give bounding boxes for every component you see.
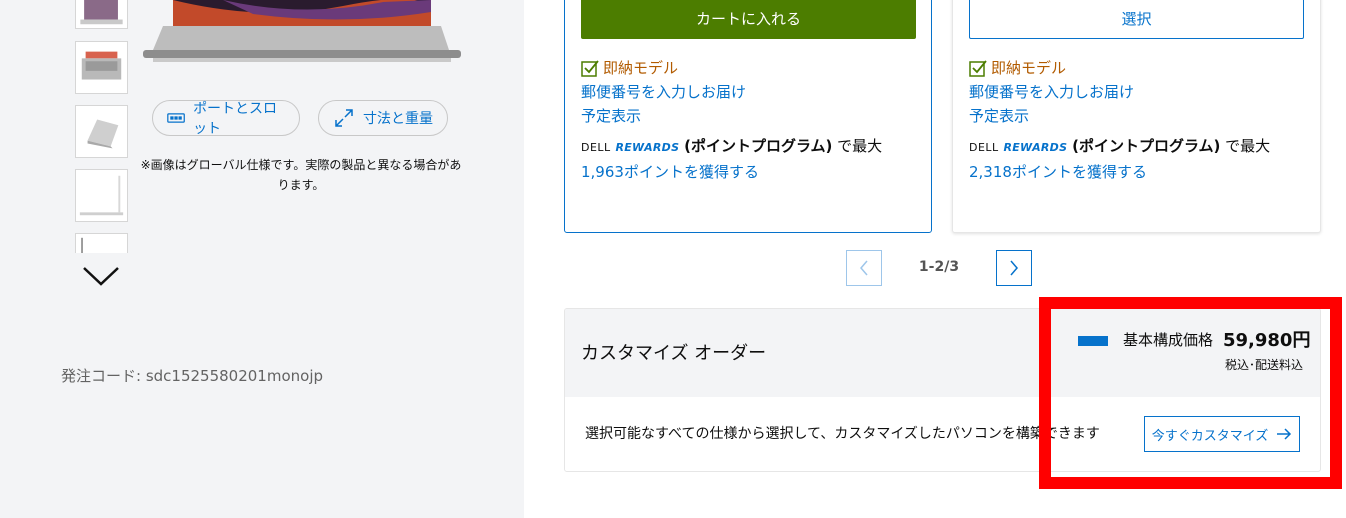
- product-card-2: 選択 即納モデル 郵便番号を入力しお届け 予定表示 DELL REWARDS (…: [952, 0, 1321, 233]
- laptop-thumbnail-3[interactable]: [75, 105, 128, 158]
- pager-count: 1-2/3: [918, 259, 960, 275]
- rewards-logo: REWARDS: [1003, 141, 1068, 154]
- dimensions-weight-label: 寸法と重量: [363, 111, 433, 127]
- base-price-value: 59,980円: [1223, 330, 1311, 351]
- product-gallery-panel: ポートとスロット 寸法と重量 ※画像はグローバル仕様です。実際の製品と異なる場合…: [0, 0, 524, 518]
- customize-order-panel: カスタマイズ オーダー 基本構成価格 59,980円 税込･配送料込 選択可能な…: [564, 308, 1321, 472]
- customize-now-label: 今すぐカスタマイズ: [1151, 428, 1269, 444]
- arrow-right-icon: [1277, 428, 1292, 440]
- rewards-program: (ポイントプログラム): [684, 137, 833, 155]
- rewards-points-link[interactable]: 2,318ポイントを獲得する: [969, 163, 1147, 181]
- pager-next-button[interactable]: [996, 250, 1032, 286]
- postal-code-link[interactable]: 郵便番号を入力しお届け: [581, 81, 746, 102]
- chevron-left-icon: [860, 260, 868, 276]
- rewards-logo: REWARDS: [615, 141, 680, 154]
- rewards-text: で最大: [832, 137, 883, 155]
- postal-code-link[interactable]: 郵便番号を入力しお届け: [969, 81, 1134, 102]
- select-button[interactable]: 選択: [969, 0, 1304, 39]
- rewards-text: で最大: [1220, 137, 1271, 155]
- customize-order-title: カスタマイズ オーダー: [581, 343, 767, 364]
- customize-now-button[interactable]: 今すぐカスタマイズ: [1144, 416, 1300, 452]
- rewards-dell: DELL: [969, 141, 999, 154]
- rewards-program: (ポイントプログラム): [1072, 137, 1221, 155]
- schedule-link[interactable]: 予定表示: [969, 105, 1029, 126]
- rewards-info: DELL REWARDS (ポイントプログラム) で最大 1,963ポイントを獲…: [581, 134, 916, 184]
- ports-icon: [167, 113, 185, 123]
- chevron-down-icon[interactable]: [82, 262, 120, 288]
- laptop-thumbnail-4[interactable]: [75, 169, 128, 222]
- expand-arrows-icon: [335, 109, 353, 127]
- stock-status: 即納モデル: [581, 57, 678, 78]
- laptop-thumbnail-1[interactable]: [75, 0, 128, 29]
- rewards-points-link[interactable]: 1,963ポイントを獲得する: [581, 163, 759, 181]
- rewards-dell: DELL: [581, 141, 611, 154]
- ports-slots-button[interactable]: ポートとスロット: [152, 100, 300, 137]
- schedule-link[interactable]: 予定表示: [581, 105, 641, 126]
- laptop-thumbnail-5[interactable]: [75, 233, 128, 253]
- dimensions-weight-button[interactable]: 寸法と重量: [318, 100, 448, 136]
- price-tax-note: 税込･配送料込: [1224, 358, 1303, 372]
- ports-slots-label: ポートとスロット: [193, 101, 278, 137]
- base-price-label: 基本構成価格: [1123, 331, 1214, 349]
- laptop-thumbnail-2[interactable]: [75, 41, 128, 94]
- stock-status: 即納モデル: [969, 57, 1066, 78]
- order-code: 発注コード: sdc1525580201monojp: [61, 367, 324, 385]
- checkbox-check-icon: [969, 59, 987, 77]
- stock-label: 即納モデル: [991, 59, 1067, 77]
- image-disclaimer: ※画像はグローバル仕様です。実際の製品と異なる場合があります。: [140, 158, 462, 192]
- chevron-right-icon: [1010, 260, 1018, 276]
- stock-label: 即納モデル: [603, 59, 679, 77]
- product-card-1: カートに入れる 即納モデル 郵便番号を入力しお届け 予定表示 DELL REWA…: [564, 0, 932, 233]
- pager-prev-button[interactable]: [846, 250, 882, 286]
- price-indicator: [1078, 336, 1108, 346]
- checkbox-check-icon: [581, 59, 599, 77]
- add-to-cart-button[interactable]: カートに入れる: [581, 0, 916, 39]
- customize-description: 選択可能なすべての仕様から選択して、カスタマイズしたパソコンを構築できます: [585, 426, 1100, 442]
- rewards-info: DELL REWARDS (ポイントプログラム) で最大 2,318ポイントを獲…: [969, 134, 1304, 184]
- customize-order-header: カスタマイズ オーダー 基本構成価格 59,980円 税込･配送料込: [565, 309, 1320, 397]
- laptop-hero-image: [143, 0, 461, 62]
